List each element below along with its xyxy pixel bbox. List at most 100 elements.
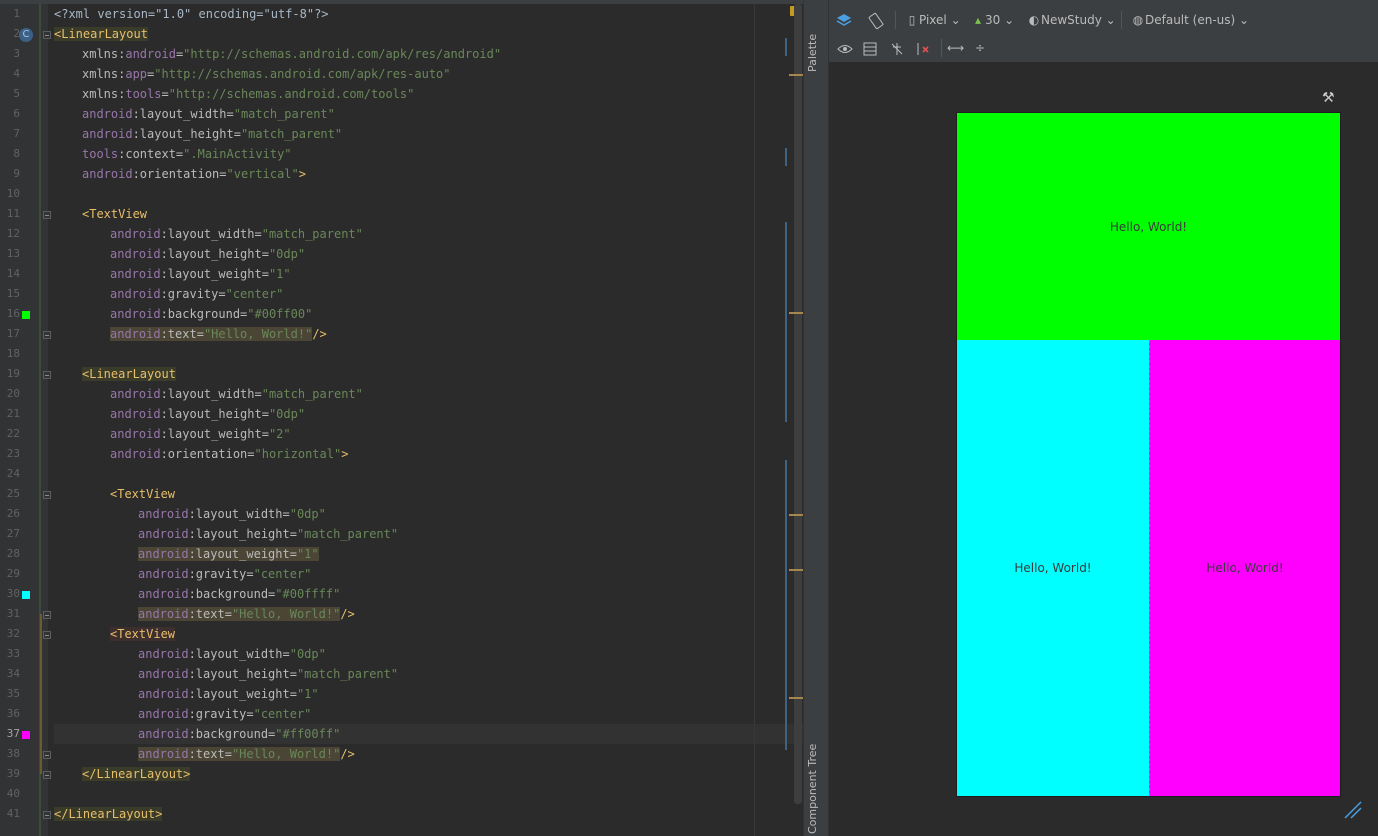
api-level-selector[interactable]: ▴ 30 ⌄ [971,6,1014,34]
clear-constraints-icon[interactable] [915,34,931,62]
code-line-29: android:gravity="center" [138,567,312,581]
code-line-25: <TextView [110,487,176,501]
code-line-32: <TextView [110,627,176,641]
change-marker[interactable] [785,460,787,750]
expand-vertical-icon[interactable]: ÷ [975,34,985,62]
warning-marker[interactable] [789,312,803,314]
orientation-icon[interactable] [867,6,885,34]
line-number: 41 [6,807,20,820]
preview-toolbar-top: ▯ Pixel ⌄ ▴ 30 ⌄ ◐ NewStudy ⌄ ◍ Default (en-… [829,6,1378,34]
line-number: 36 [6,707,20,720]
code-line-13: android:layout_height="0dp" [110,247,306,261]
resize-handle-icon[interactable] [1343,800,1363,820]
color-swatch-magenta-icon[interactable] [22,731,30,739]
code-line-7: android:layout_height="match_parent" [82,127,343,141]
code-line-15: android:gravity="center" [110,287,284,301]
code-line-19: <LinearLayout [82,367,176,381]
line-number: 22 [6,427,20,440]
line-number: 16 [6,307,20,320]
line-number: 32 [6,627,20,640]
device-preview[interactable]: Hello, World! Hello, World! Hello, World… [956,112,1341,797]
fold-toggle-icon[interactable] [43,371,51,379]
code-line-39: </LinearLayout> [82,767,191,781]
toolbar-separator [895,11,896,29]
android-icon: ▴ [974,13,982,27]
line-number: 35 [6,687,20,700]
phone-icon: ▯ [908,13,916,27]
code-line-36: android:gravity="center" [138,707,312,721]
line-number: 8 [13,147,20,160]
chevron-down-icon: ⌄ [1239,13,1250,27]
xml-editor[interactable]: 1 2 3 4 5 6 7 8 9 10 11 12 13 14 15 16 17 18 19 20 21 22 23 24 2… [0,0,803,836]
line-number: 13 [6,247,20,260]
line-number: 9 [13,167,20,180]
fold-toggle-icon[interactable] [43,811,51,819]
chevron-down-icon: ⌄ [1004,13,1015,27]
device-selector[interactable]: ▯ Pixel ⌄ [905,6,961,34]
line-number: 12 [6,227,20,240]
line-number: 14 [6,267,20,280]
change-marker[interactable] [785,148,787,166]
line-number: 15 [6,287,20,300]
component-tree-tab[interactable]: Component Tree [806,742,828,834]
fold-toggle-icon[interactable] [43,631,51,639]
expand-horizontal-icon[interactable]: ⟷ [947,34,964,62]
line-number: 20 [6,387,20,400]
change-marker[interactable] [785,38,787,56]
chevron-down-icon: ⌄ [950,13,961,27]
layout-preview-panel: ▯ Pixel ⌄ ▴ 30 ⌄ ◐ NewStudy ⌄ ◍ Default (en-… [829,0,1378,836]
line-number: 37 [6,727,20,740]
textview-green-text: Hello, World! [1109,219,1188,234]
textview-cyan[interactable]: Hello, World! [957,340,1149,796]
design-surface-icon[interactable] [835,6,853,34]
code-line-4: xmlns:app="http://schemas.android.com/ap… [82,67,451,81]
textview-magenta-text: Hello, World! [1206,561,1284,575]
code-line-38: android:text="Hello, World!"/> [138,747,355,761]
warning-marker[interactable] [789,514,803,516]
code-line-2: <LinearLayout [54,27,148,41]
right-margin-guide [754,4,755,836]
code-line-8: tools:context=".MainActivity" [82,147,292,161]
fold-toggle-icon[interactable] [43,491,51,499]
fold-toggle-icon[interactable] [43,751,51,759]
code-line-21: android:layout_height="0dp" [110,407,306,421]
textview-magenta-selected[interactable]: Hello, World! [1149,340,1340,796]
fold-toggle-icon[interactable] [43,31,51,39]
line-number: 7 [13,127,20,140]
editor-scrollbar[interactable] [794,4,802,804]
side-tool-strip: Palette Component Tree [803,0,829,836]
line-number-gutter: 1 2 3 4 5 6 7 8 9 10 11 12 13 14 15 16 17 18 19 20 21 22 23 24 2… [0,4,51,836]
locale-selector[interactable]: ◍ Default (en-us) ⌄ [1131,6,1249,34]
fold-toggle-icon[interactable] [43,771,51,779]
code-line-26: android:layout_width="0dp" [138,507,326,521]
grid-icon[interactable] [863,34,877,62]
wrench-icon[interactable]: ⚒ [1322,90,1335,106]
line-number: 24 [6,467,20,480]
theme-selector[interactable]: ◐ NewStudy ⌄ [1027,6,1116,34]
fold-toggle-icon[interactable] [43,611,51,619]
warning-marker[interactable] [789,697,803,699]
line-number: 23 [6,447,20,460]
change-marker[interactable] [785,222,787,422]
autoconnect-off-icon[interactable] [889,34,905,62]
textview-green[interactable]: Hello, World! [957,113,1340,340]
warning-marker[interactable] [789,569,803,571]
color-swatch-cyan-icon[interactable] [22,591,30,599]
color-swatch-green-icon[interactable] [22,311,30,319]
line-number: 3 [13,47,20,60]
palette-tab[interactable]: Palette [806,16,828,72]
line-number: 39 [6,767,20,780]
changed-lines-marker [40,614,42,774]
eye-icon[interactable] [837,34,853,62]
code-line-17: android:text="Hello, World!"/> [110,327,327,341]
code-line-41: </LinearLayout> [54,807,163,821]
fold-toggle-icon[interactable] [43,211,51,219]
code-line-35: android:layout_weight="1" [138,687,319,701]
line-number: 34 [6,667,20,680]
fold-toggle-icon[interactable] [43,331,51,339]
warning-marker[interactable] [789,74,803,76]
code-line-12: android:layout_width="match_parent" [110,227,363,241]
activity-link-icon[interactable]: C [19,28,33,42]
code-area[interactable]: <?xml version="1.0" encoding="utf-8"?> <… [54,4,803,836]
line-number: 21 [6,407,20,420]
